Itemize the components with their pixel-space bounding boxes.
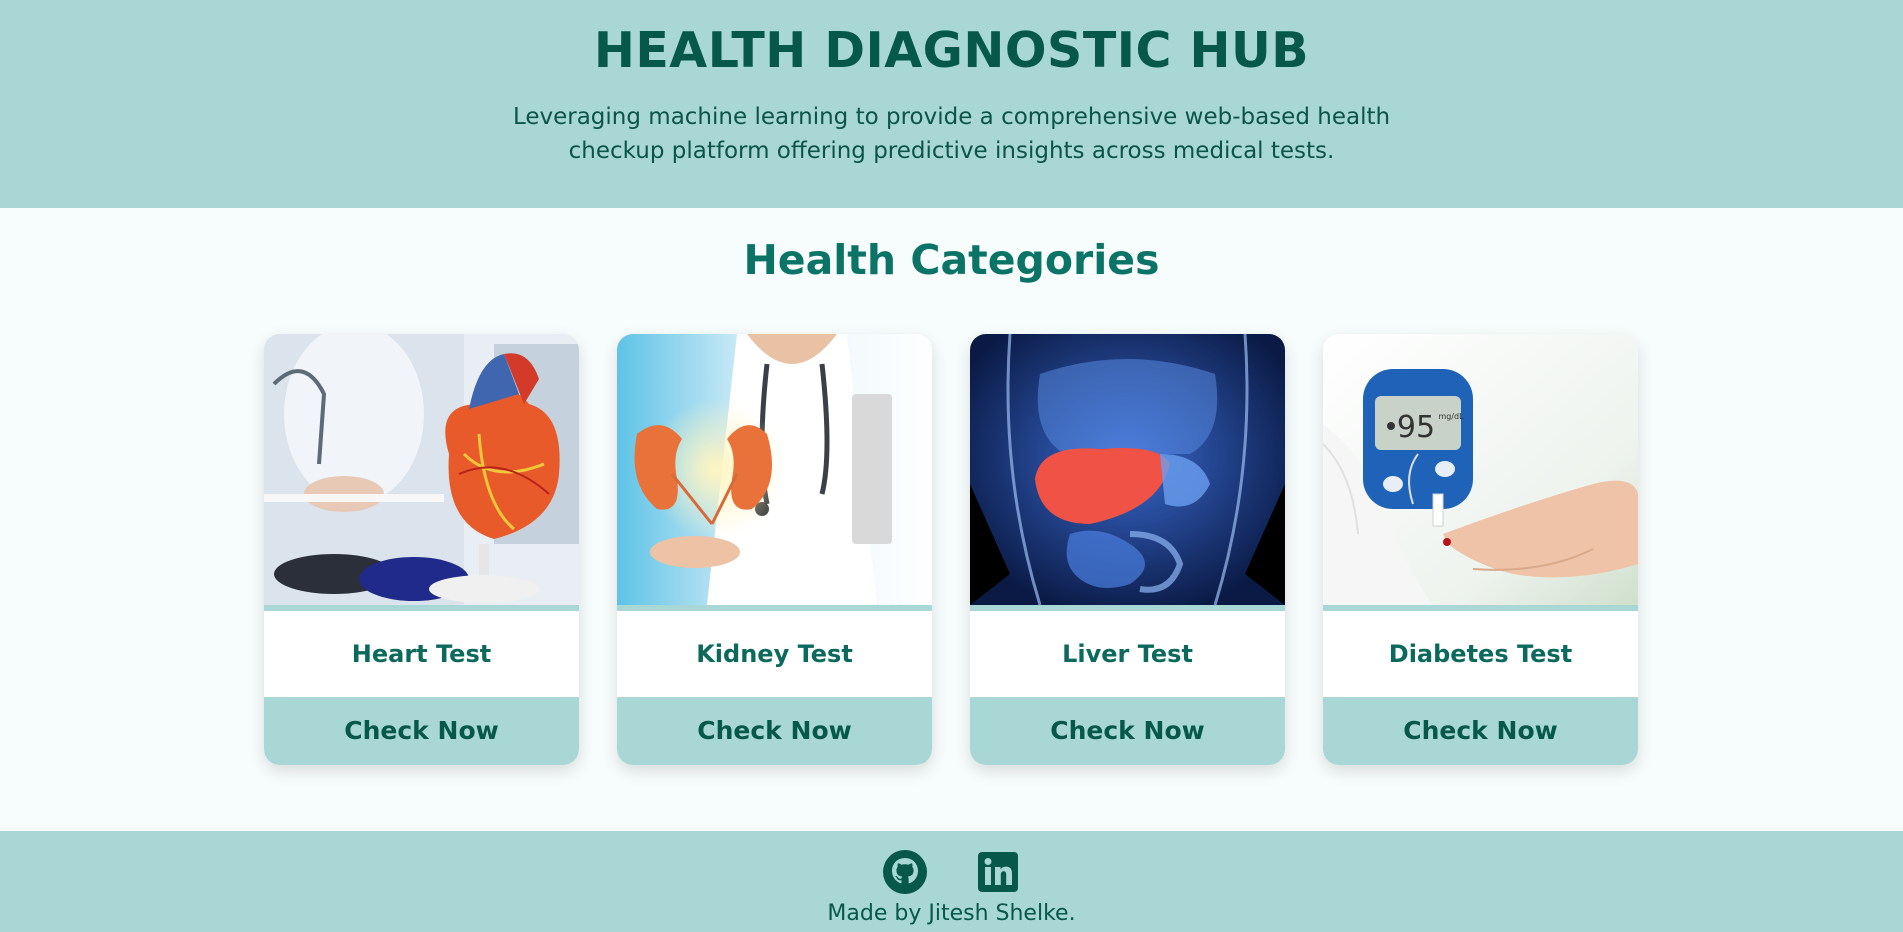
diabetes-test-image: 95 mg/dL	[1323, 334, 1638, 605]
site-footer: Made by Jitesh Shelke.	[0, 831, 1903, 932]
main-content: Health Categories Heart Test Check Now K…	[0, 208, 1903, 831]
card-heart-test: Heart Test Check Now	[264, 334, 579, 765]
card-title: Liver Test	[1062, 640, 1193, 668]
card-accent-bar	[264, 605, 579, 611]
card-accent-bar	[617, 605, 932, 611]
github-icon[interactable]	[882, 849, 928, 895]
card-accent-bar	[970, 605, 1285, 611]
heart-check-now-button[interactable]: Check Now	[264, 697, 579, 765]
kidney-test-image	[617, 334, 932, 605]
site-subtitle: Leveraging machine learning to provide a…	[512, 104, 1391, 164]
footer-credit: Made by Jitesh Shelke.	[827, 901, 1076, 926]
liver-test-image	[970, 334, 1285, 605]
card-liver-test: Liver Test Check Now	[970, 334, 1285, 765]
section-title: Health Categories	[743, 236, 1160, 284]
card-title: Kidney Test	[696, 640, 853, 668]
site-title: HEALTH DIAGNOSTIC HUB	[593, 22, 1310, 79]
heart-test-image	[264, 334, 579, 605]
card-diabetes-test: 95 mg/dL Diabetes Test Check Now	[1323, 334, 1638, 765]
kidney-check-now-button[interactable]: Check Now	[617, 697, 932, 765]
diabetes-check-now-button[interactable]: Check Now	[1323, 697, 1638, 765]
card-title: Heart Test	[351, 640, 492, 668]
liver-check-now-button[interactable]: Check Now	[970, 697, 1285, 765]
linkedin-icon[interactable]	[978, 852, 1018, 892]
card-kidney-test: Kidney Test Check Now	[617, 334, 932, 765]
meter-reading-text: 95	[1397, 410, 1435, 445]
card-accent-bar	[1323, 605, 1638, 611]
card-title: Diabetes Test	[1388, 640, 1573, 668]
meter-unit-text: mg/dL	[1438, 412, 1464, 421]
site-header: HEALTH DIAGNOSTIC HUB Leveraging machine…	[0, 0, 1903, 208]
